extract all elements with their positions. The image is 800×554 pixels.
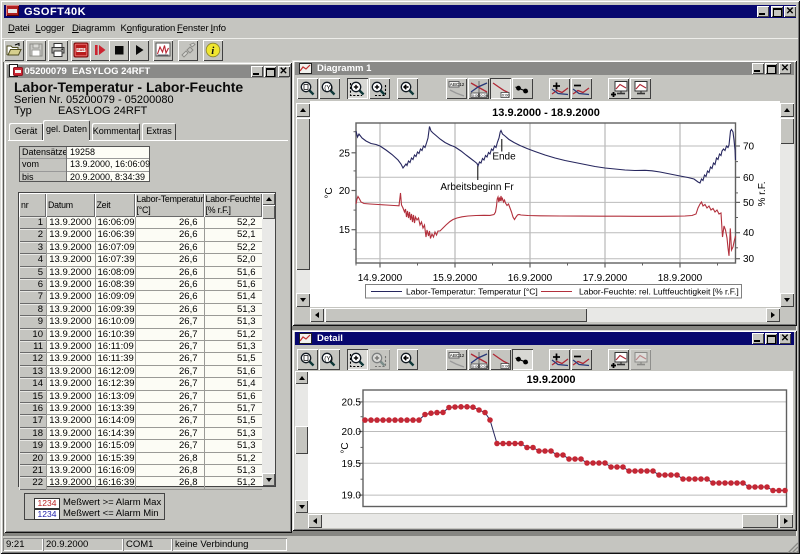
svg-text:°C: °C [324, 187, 335, 198]
svg-text:15: 15 [339, 225, 351, 236]
svg-text:ABC12: ABC12 [449, 82, 464, 87]
svg-text:60: 60 [743, 173, 755, 184]
svg-text:Labor-Feuchte: rel. Luftfeucht: Labor-Feuchte: rel. Luftfeuchtigkeit [% … [579, 287, 739, 297]
svg-text:40: 40 [743, 228, 755, 239]
svg-text:(Y): (Y) [324, 355, 333, 362]
svg-text:ABC12: ABC12 [449, 353, 464, 358]
svg-text:19.9.2000: 19.9.2000 [527, 374, 576, 386]
svg-text:0:00: 0:00 [501, 92, 509, 97]
svg-text:19.0: 19.0 [342, 491, 362, 502]
svg-text:19.5: 19.5 [342, 459, 362, 470]
svg-text:Arbeitsbeginn Fr: Arbeitsbeginn Fr [440, 182, 514, 193]
svg-text:13.9.2000 - 18.9.2000: 13.9.2000 - 18.9.2000 [492, 107, 600, 119]
svg-text:% r.F.: % r.F. [757, 181, 768, 206]
svg-text:Labor-Temperatur: Temperatur [: Labor-Temperatur: Temperatur [°C] [406, 287, 538, 297]
svg-text:0:00: 0:00 [471, 92, 480, 97]
svg-text:30: 30 [743, 254, 755, 265]
svg-text:0:00: 0:00 [501, 363, 509, 368]
svg-text:0:00: 0:00 [480, 92, 488, 97]
svg-text:18.9.2000: 18.9.2000 [658, 273, 703, 284]
svg-text:Ende: Ende [492, 152, 516, 163]
svg-text:0:00: 0:00 [471, 363, 480, 368]
svg-text:70: 70 [743, 142, 755, 153]
svg-text:(Y): (Y) [324, 84, 333, 91]
svg-text:20.5: 20.5 [342, 397, 362, 408]
svg-text:20.0: 20.0 [342, 427, 362, 438]
svg-text:25: 25 [339, 148, 351, 159]
svg-text:20: 20 [339, 186, 351, 197]
svg-text:°C: °C [340, 442, 351, 453]
svg-text:16.9.2000: 16.9.2000 [508, 273, 553, 284]
svg-text:17.9.2000: 17.9.2000 [583, 273, 628, 284]
svg-text:15.9.2000: 15.9.2000 [433, 273, 478, 284]
svg-text:0:00: 0:00 [480, 363, 488, 368]
svg-text:EASY: EASY [77, 48, 87, 52]
svg-text:14.9.2000: 14.9.2000 [358, 273, 403, 284]
svg-text:50: 50 [743, 198, 755, 209]
